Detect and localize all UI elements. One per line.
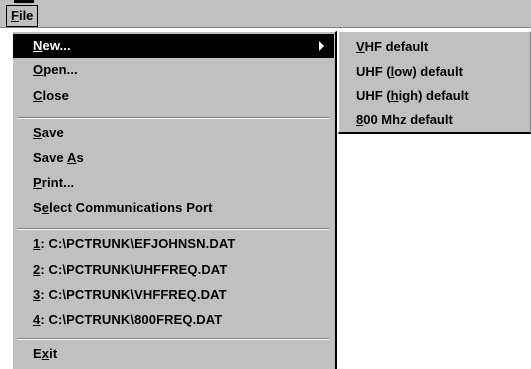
submenu-item-uhf-high-default[interactable]: UHF (high) default (339, 84, 529, 108)
file-dropdown-menu: New... Open... Close Save Save As Print.… (12, 31, 337, 369)
submenu-item-800-mhz-default[interactable]: 800 Mhz default (339, 108, 529, 132)
menu-item-recent-file-3[interactable]: 3: C:\PCTRUNK\VHFFREQ.DAT (13, 283, 334, 307)
menu-bar: File (0, 0, 531, 28)
menu-separator (17, 338, 329, 340)
menu-item-new[interactable]: New... (13, 34, 334, 58)
menu-item-recent-file-2[interactable]: 2: C:\PCTRUNK\UHFFREQ.DAT (13, 258, 334, 282)
menu-item-print[interactable]: Print... (13, 171, 334, 195)
menu-item-save[interactable]: Save (13, 121, 334, 145)
menu-file[interactable]: File (6, 5, 39, 27)
submenu-arrow-icon (319, 41, 324, 51)
menu-item-exit[interactable]: Exit (13, 342, 334, 366)
submenu-item-uhf-low-default[interactable]: UHF (low) default (339, 60, 529, 84)
new-submenu: VHF default UHF (low) default UHF (high)… (338, 31, 531, 134)
menu-item-open[interactable]: Open... (13, 58, 334, 82)
submenu-item-vhf-default[interactable]: VHF default (339, 35, 529, 59)
menu-item-recent-file-4[interactable]: 4: C:\PCTRUNK\800FREQ.DAT (13, 308, 334, 332)
menu-item-save-as[interactable]: Save As (13, 146, 334, 170)
window-edge-sliver (14, 0, 34, 3)
menu-separator (17, 228, 329, 230)
menu-item-select-communications-port[interactable]: Select Communications Port (13, 196, 334, 220)
menu-item-recent-file-1[interactable]: 1: C:\PCTRUNK\EFJOHNSN.DAT (13, 232, 334, 256)
menu-separator (17, 117, 329, 119)
menu-item-close[interactable]: Close (13, 84, 334, 108)
